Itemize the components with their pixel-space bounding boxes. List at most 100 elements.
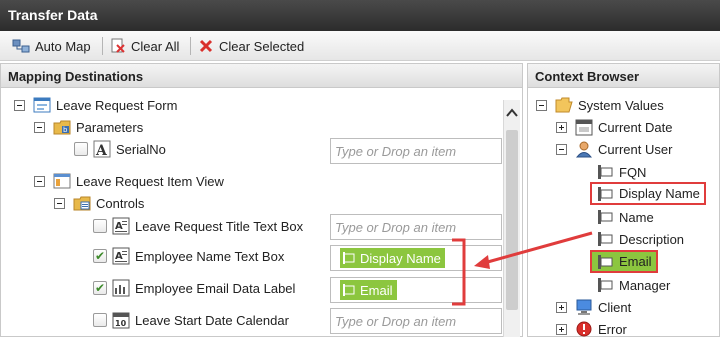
- user-icon: [575, 141, 593, 158]
- scrollbar-thumb[interactable]: [506, 130, 518, 310]
- tree-label: Current User: [598, 141, 673, 157]
- tree-node-current-date[interactable]: Current Date: [556, 116, 672, 138]
- clear-selected-button[interactable]: Clear Selected: [198, 36, 304, 56]
- serialno-checkbox[interactable]: [74, 142, 88, 156]
- expand-icon[interactable]: [556, 301, 567, 313]
- control-row[interactable]: 10 Leave Start Date Calendar: [93, 309, 289, 331]
- tree-node-controls[interactable]: Controls: [54, 192, 144, 214]
- field-icon: [343, 252, 355, 264]
- control-label: Leave Start Date Calendar: [135, 312, 289, 328]
- mapped-value-pill[interactable]: Display Name: [340, 248, 445, 268]
- tree-label: FQN: [619, 164, 647, 180]
- user-field-name[interactable]: Name: [596, 206, 654, 228]
- clear-all-icon: [111, 38, 125, 53]
- tree-node-serialno[interactable]: A SerialNo: [74, 138, 166, 160]
- tree-node-current-user[interactable]: Current User: [556, 138, 672, 160]
- user-field-description[interactable]: Description: [596, 228, 684, 250]
- clear-all-label: Clear All: [131, 38, 180, 54]
- drag-arrow: [474, 231, 593, 269]
- mapped-value-label: Email: [360, 282, 393, 298]
- start-date-drop-field[interactable]: Type or Drop an item: [330, 308, 502, 334]
- toolbar: Auto Map Clear All Clear Selected: [0, 31, 720, 61]
- text-box-icon: A: [112, 247, 130, 265]
- calendar-icon: 10: [112, 312, 130, 329]
- collapse-icon[interactable]: [34, 121, 45, 133]
- context-browser-title: Context Browser: [528, 64, 719, 88]
- mapped-value-pill[interactable]: Email: [340, 280, 397, 300]
- tree-label: Controls: [96, 195, 145, 211]
- auto-map-label: Auto Map: [35, 38, 91, 54]
- text-box-icon: A: [112, 217, 130, 235]
- control-row[interactable]: A Leave Request Title Text Box: [93, 215, 303, 237]
- control-label: Leave Request Title Text Box: [135, 218, 304, 234]
- expand-icon[interactable]: [556, 121, 567, 133]
- view-icon: [53, 173, 71, 189]
- svg-text:A: A: [115, 251, 123, 262]
- collapse-icon[interactable]: [54, 197, 65, 209]
- folder-open-icon: [555, 97, 573, 113]
- parameters-icon: b: [53, 120, 71, 135]
- tree-label: Client: [598, 299, 632, 315]
- auto-map-button[interactable]: Auto Map: [12, 36, 91, 56]
- computer-icon: [576, 299, 592, 315]
- control-row[interactable]: ✔ Employee Email Data Label: [93, 277, 295, 299]
- calendar-icon: [575, 119, 593, 136]
- expand-icon[interactable]: [556, 323, 567, 335]
- field-icon: [598, 210, 613, 224]
- field-icon: [343, 284, 355, 296]
- control-checkbox[interactable]: [93, 219, 107, 233]
- clear-selected-label: Clear Selected: [219, 38, 305, 54]
- tree-label: SerialNo: [116, 141, 166, 157]
- tree-node-error[interactable]: Error: [556, 318, 627, 337]
- mapping-destinations-title: Mapping Destinations: [1, 64, 522, 88]
- collapse-icon[interactable]: [14, 99, 25, 111]
- tree-label: Leave Request Form: [56, 97, 178, 113]
- mapped-value-label: Display Name: [360, 250, 441, 266]
- field-icon: [598, 186, 613, 201]
- tree-node-client[interactable]: Client: [556, 296, 631, 318]
- control-checkbox[interactable]: ✔: [93, 281, 107, 295]
- svg-text:A: A: [115, 221, 123, 232]
- form-icon: [33, 97, 51, 113]
- clear-selected-icon: [199, 39, 213, 53]
- tree-node-parameters[interactable]: b Parameters: [34, 116, 143, 138]
- tree-label: Parameters: [76, 119, 144, 135]
- mapping-bracket: [452, 238, 466, 306]
- error-icon: [576, 321, 592, 337]
- tree-label: Leave Request Item View: [76, 173, 224, 189]
- control-checkbox[interactable]: ✔: [93, 249, 107, 263]
- field-icon: [598, 278, 613, 292]
- tree-label: Email: [619, 254, 652, 269]
- serialno-drop-field[interactable]: Type or Drop an item: [330, 138, 502, 164]
- tree-label: Name: [619, 209, 654, 225]
- window-title: Transfer Data: [0, 0, 720, 31]
- controls-folder-icon: [73, 196, 91, 211]
- data-label-icon: [112, 279, 130, 297]
- collapse-icon[interactable]: [536, 99, 547, 111]
- tree-label: Current Date: [598, 119, 673, 135]
- toolbar-separator: [102, 37, 103, 55]
- control-checkbox[interactable]: [93, 313, 107, 327]
- tree-label: Error: [598, 321, 627, 337]
- clear-all-button[interactable]: Clear All: [110, 36, 179, 56]
- collapse-icon[interactable]: [34, 175, 45, 187]
- tree-node-item-view[interactable]: Leave Request Item View: [34, 170, 224, 192]
- user-field-fqn[interactable]: FQN: [596, 161, 646, 183]
- collapse-icon[interactable]: [556, 143, 567, 155]
- svg-text:10: 10: [115, 319, 127, 328]
- tree-label: Manager: [619, 277, 671, 293]
- left-panel-scrollbar[interactable]: [503, 100, 520, 337]
- scroll-up-icon[interactable]: [506, 108, 518, 118]
- control-label: Employee Email Data Label: [135, 280, 296, 296]
- control-row[interactable]: ✔ A Employee Name Text Box: [93, 245, 284, 267]
- tree-label: System Values: [578, 97, 664, 113]
- tree-node-system-values[interactable]: System Values: [536, 94, 664, 116]
- user-field-display-name[interactable]: Display Name: [590, 182, 706, 205]
- user-field-email[interactable]: Email: [590, 250, 658, 273]
- svg-text:A: A: [95, 143, 108, 158]
- tree-label: Display Name: [619, 186, 700, 201]
- user-field-manager[interactable]: Manager: [596, 274, 670, 296]
- svg-text:b: b: [63, 126, 68, 134]
- tree-node-leave-request-form[interactable]: Leave Request Form: [14, 94, 177, 116]
- control-label: Employee Name Text Box: [135, 248, 285, 264]
